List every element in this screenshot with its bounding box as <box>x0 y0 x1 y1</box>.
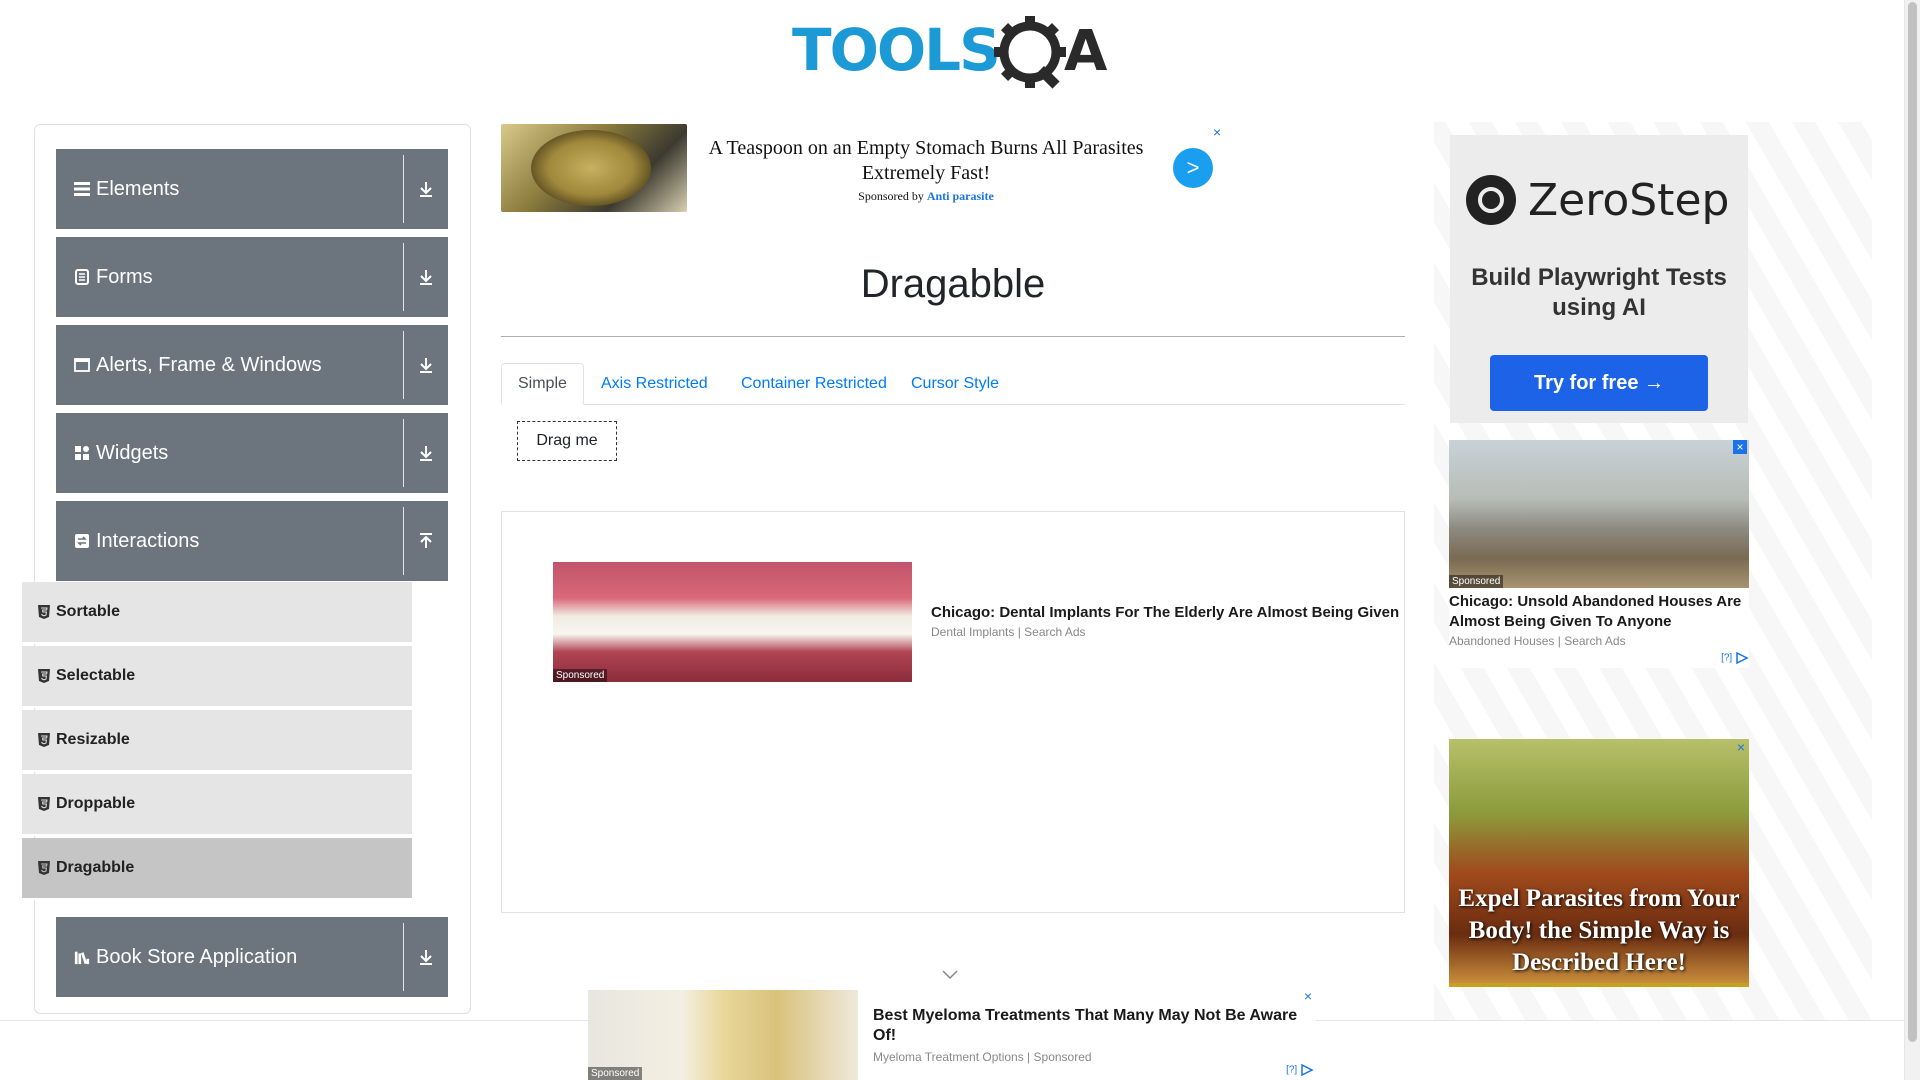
sponsored-prefix: Sponsored by <box>858 189 924 203</box>
svg-text:TOOLS: TOOLS <box>792 16 999 84</box>
ad-go-button[interactable]: > <box>1173 148 1213 188</box>
close-icon[interactable]: × <box>1304 988 1312 1004</box>
sidebar-item-resizable[interactable]: Resizable <box>22 710 412 772</box>
group-label: Book Store Application <box>96 945 298 968</box>
adchoices-label: [?] <box>1721 652 1733 664</box>
ad-source: Dental Implants | Search Ads <box>931 625 1086 639</box>
ad-title[interactable]: Chicago: Unsold Abandoned Houses Are Alm… <box>1449 592 1749 632</box>
tab-cursor-style[interactable]: Cursor Style <box>895 363 1015 405</box>
header: TOOLS A <box>0 0 1904 100</box>
sidebar-item-sortable[interactable]: Sortable <box>22 582 412 644</box>
chevron-down-icon[interactable] <box>942 970 958 980</box>
sidebar-group-book-store[interactable]: Book Store Application <box>56 917 448 997</box>
sidebar-item-droppable[interactable]: Droppable <box>22 774 412 836</box>
tab-container-restricted[interactable]: Container Restricted <box>725 363 903 405</box>
sponsored-tag: Sponsored <box>1449 575 1504 588</box>
scrollbar-thumb[interactable] <box>1908 2 1917 1042</box>
ad-title[interactable]: Chicago: Dental Implants For The Elderly… <box>931 604 1399 621</box>
top-banner-ad[interactable]: A Teaspoon on an Empty Stomach Burns All… <box>501 124 1229 212</box>
list-icon <box>74 181 90 197</box>
group-label: Elements <box>96 177 180 200</box>
tab-axis-restricted[interactable]: Axis Restricted <box>585 363 724 405</box>
sidebar-group-alerts[interactable]: Alerts, Frame & Windows <box>56 325 448 405</box>
interactions-icon <box>74 533 90 549</box>
document-icon <box>74 269 90 285</box>
close-icon[interactable]: × <box>1213 124 1221 140</box>
bottom-ad[interactable]: Sponsored Best Myeloma Treatments That M… <box>588 988 1316 1080</box>
download-arrow-icon[interactable] <box>404 917 448 997</box>
html5-icon <box>38 861 50 875</box>
sidebar-item-dragabble[interactable]: Dragabble <box>22 838 412 900</box>
tab-simple[interactable]: Simple <box>501 363 584 405</box>
books-icon <box>74 949 90 965</box>
download-arrow-icon[interactable] <box>404 149 448 229</box>
sidebar-item-selectable[interactable]: Selectable <box>22 646 412 708</box>
page: TOOLS A Elements Forms Alerts, Frame & W… <box>0 0 1920 1080</box>
sponsored-tag: Sponsored <box>553 669 608 682</box>
sponsored-tag: Sponsored <box>588 1067 643 1080</box>
ad-image <box>501 124 687 212</box>
ad-image: Sponsored <box>588 990 858 1080</box>
drag-box[interactable]: Drag me <box>517 421 617 461</box>
ad-image: Sponsored <box>1449 440 1749 588</box>
ad-source: Abandoned Houses | Search Ads <box>1449 634 1626 648</box>
bowl-graphic <box>531 130 651 206</box>
sidebar-group-elements[interactable]: Elements <box>56 149 448 229</box>
parasite-ad[interactable]: × Expel Parasites from Your Body! the Si… <box>1449 739 1749 987</box>
ad-brand: ZeroStep <box>1528 175 1730 226</box>
toolsqa-logo[interactable]: TOOLS A <box>792 12 1116 92</box>
download-arrow-icon[interactable] <box>404 237 448 317</box>
sidebar-item-label: Droppable <box>56 795 136 812</box>
svg-text:A: A <box>1064 19 1108 84</box>
html5-icon <box>38 733 50 747</box>
adchoices-icon[interactable]: [?] <box>1286 1063 1314 1077</box>
sidebar-item-label: Selectable <box>56 667 136 684</box>
house-ad[interactable]: Sponsored × Chicago: Unsold Abandoned Ho… <box>1449 440 1749 668</box>
adchoices-label: [?] <box>1286 1064 1298 1076</box>
native-ad[interactable]: Sponsored Chicago: Dental Implants For T… <box>501 511 1405 913</box>
zerostep-ad[interactable]: ZeroStep Build Playwright Tests using AI… <box>1450 135 1748 423</box>
html5-icon <box>38 605 50 619</box>
page-scrollbar[interactable] <box>1904 0 1920 1080</box>
tab-bar: Simple Axis Restricted Container Restric… <box>501 363 1405 405</box>
widgets-icon <box>74 445 90 461</box>
group-label: Alerts, Frame & Windows <box>96 353 322 376</box>
window-icon <box>74 357 90 373</box>
group-label: Widgets <box>96 441 169 464</box>
close-icon[interactable]: × <box>1733 440 1747 454</box>
page-title: Dragabble <box>860 262 1046 306</box>
group-label: Interactions <box>96 529 200 552</box>
html5-icon <box>38 669 50 683</box>
ad-source: Myeloma Treatment Options | Sponsored <box>873 1050 1092 1064</box>
sponsor-name[interactable]: Anti parasite <box>927 189 994 203</box>
ad-title[interactable]: A Teaspoon on an Empty Stomach Burns All… <box>701 136 1151 186</box>
ad-sponsor: Sponsored by Anti parasite <box>701 189 1151 204</box>
ad-subtitle: Build Playwright Tests using AI <box>1471 264 1727 321</box>
zerostep-logo-icon <box>1466 175 1516 225</box>
upload-arrow-icon[interactable] <box>404 501 448 581</box>
ad-image: Sponsored <box>553 562 912 682</box>
try-for-free-button[interactable]: Try for free → <box>1490 355 1708 411</box>
sidebar-group-widgets[interactable]: Widgets <box>56 413 448 493</box>
group-label: Forms <box>96 265 153 288</box>
html5-icon <box>38 797 50 811</box>
divider <box>501 336 1405 337</box>
sidebar-group-interactions[interactable]: Interactions <box>56 501 448 581</box>
sidebar-item-label: Sortable <box>56 603 121 620</box>
ad-title[interactable]: Best Myeloma Treatments That Many May No… <box>873 1006 1303 1046</box>
close-icon[interactable]: × <box>1737 739 1745 755</box>
download-arrow-icon[interactable] <box>404 325 448 405</box>
logo-graphic: TOOLS A <box>792 16 1108 89</box>
sidebar-item-label: Resizable <box>56 731 130 748</box>
ad-text[interactable]: Expel Parasites from Your Body! the Simp… <box>1449 883 1749 979</box>
sidebar-group-forms[interactable]: Forms <box>56 237 448 317</box>
adchoices-icon[interactable]: [?] <box>1721 651 1749 665</box>
sidebar-item-label: Dragabble <box>56 859 135 876</box>
download-arrow-icon[interactable] <box>404 413 448 493</box>
